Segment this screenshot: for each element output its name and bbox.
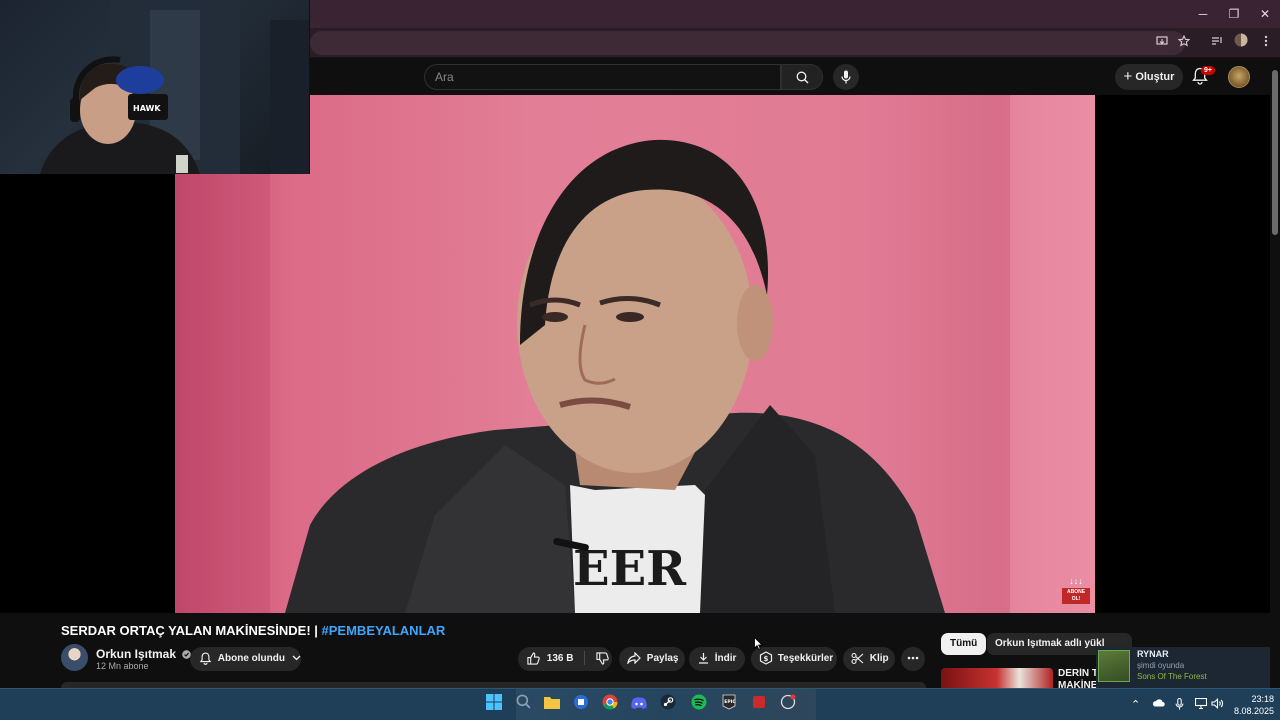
clock-time: 23:18 [1251, 694, 1274, 704]
windows-taskbar: EPIC ⌃ 23:18 8.08.2025 [0, 688, 1280, 720]
cap-text: HAWK [133, 104, 161, 113]
subscribe-overlay-badge[interactable]: ↓↓↓ ABONE OL! [1062, 577, 1090, 607]
like-count: 136 B [546, 653, 574, 664]
thumbs-down-icon [596, 652, 609, 665]
app-icon-blue[interactable] [570, 694, 592, 716]
channel-name-text[interactable]: Orkun Işıtmak [96, 647, 176, 661]
like-dislike-group: 136 B [518, 647, 612, 671]
microphone-icon [841, 70, 851, 84]
thanks-button[interactable]: $ Teşekkürler [751, 647, 837, 671]
webcam-overlay: HAWK [0, 0, 310, 174]
volume-icon[interactable] [1211, 697, 1224, 712]
create-label: Oluştur [1135, 71, 1175, 83]
download-label: İndir [714, 653, 737, 664]
search-icon [796, 71, 809, 84]
related-video-title[interactable]: DERİN T MAKİNE [1058, 668, 1098, 688]
account-avatar[interactable] [1228, 66, 1250, 88]
bell-icon [199, 652, 212, 665]
windows-start-icon[interactable] [483, 694, 505, 716]
down-arrows-icon: ↓↓↓ [1069, 576, 1083, 586]
thumbs-up-icon [527, 652, 540, 665]
subscriber-count: 12 Mn abone [96, 661, 149, 671]
spotify-icon[interactable] [688, 694, 710, 716]
steam-friend-notification[interactable]: RYNAR şimdi oyunda Sons Of The Forest [1096, 647, 1270, 688]
search-button[interactable] [781, 64, 823, 90]
share-label: Paylaş [646, 653, 679, 664]
onedrive-cloud-icon[interactable] [1152, 698, 1165, 710]
notification-count-badge: 9+ [1201, 66, 1215, 75]
minimize-button[interactable]: ─ [1188, 5, 1218, 23]
channel-avatar[interactable] [61, 644, 88, 671]
create-button[interactable]: + Oluştur [1115, 64, 1183, 90]
close-button[interactable]: ✕ [1250, 5, 1280, 23]
discord-icon[interactable] [628, 694, 650, 716]
microphone-tray-icon[interactable] [1175, 697, 1184, 713]
video-title: SERDAR ORTAÇ YALAN MAKİNESİNDE! | #PEMBE… [61, 623, 445, 638]
voice-search-button[interactable] [833, 64, 859, 90]
subscribed-label: Abone olundu [217, 653, 285, 664]
url-field[interactable] [310, 31, 1185, 55]
share-arrow-icon [627, 651, 641, 666]
profile-avatar-icon[interactable] [1231, 33, 1251, 53]
scissors-icon [851, 652, 864, 664]
video-hashtag-link[interactable]: #PEMBEYALANLAR [322, 623, 446, 638]
share-button[interactable]: Paylaş [619, 647, 685, 671]
subscribe-badge-label: ABONE OL! [1062, 588, 1090, 604]
video-frame-illustration: EER [175, 95, 1095, 613]
scrollbar-thumb[interactable] [1272, 70, 1278, 235]
friend-avatar [1098, 650, 1130, 682]
friend-status: şimdi oyunda [1137, 661, 1185, 670]
clock-date: 8.08.2025 [1233, 706, 1274, 716]
file-explorer-icon[interactable] [541, 694, 563, 716]
related-video-thumbnail[interactable] [941, 668, 1053, 688]
chevron-down-icon [292, 655, 301, 661]
network-icon[interactable] [1194, 697, 1208, 712]
plus-icon: + [1123, 68, 1133, 85]
super-thanks-icon: $ [759, 651, 773, 666]
app-icon-circle[interactable] [777, 694, 799, 716]
mouse-cursor-icon [754, 637, 763, 650]
clip-button[interactable]: Klip [843, 647, 895, 671]
tray-overflow-chevron-icon[interactable]: ⌃ [1131, 698, 1140, 711]
filter-chip-all[interactable]: Tümü [941, 633, 987, 655]
download-icon [699, 653, 708, 664]
friend-game: Sons Of The Forest [1137, 672, 1207, 681]
friend-name: RYNAR [1137, 649, 1169, 659]
clip-label: Klip [869, 653, 889, 664]
install-app-icon[interactable] [1152, 33, 1172, 53]
browser-menu-icon[interactable] [1256, 33, 1276, 53]
more-horizontal-icon [907, 657, 919, 660]
search-input[interactable]: Ara [424, 64, 781, 90]
like-button[interactable]: 136 B [527, 652, 576, 665]
red-app-icon[interactable] [748, 694, 770, 716]
channel-name[interactable]: Orkun Işıtmak [96, 647, 192, 661]
download-button[interactable]: İndir [689, 647, 745, 671]
bookmark-star-icon[interactable] [1174, 33, 1194, 53]
maximize-button[interactable]: ❐ [1219, 5, 1249, 23]
webcam-illustration: HAWK [40, 0, 309, 174]
video-player[interactable]: EER ↓↓↓ ABONE OL! [175, 95, 1095, 613]
steam-icon[interactable] [657, 694, 679, 716]
media-controls-icon[interactable] [1207, 33, 1227, 53]
dislike-button[interactable] [596, 652, 609, 665]
svg-text:EPIC: EPIC [724, 699, 736, 705]
like-divider [584, 651, 586, 666]
chrome-icon[interactable] [599, 694, 621, 716]
taskbar-clock[interactable]: 23:18 8.08.2025 [1226, 693, 1274, 717]
thanks-label: Teşekkürler [777, 653, 834, 664]
subscribed-button[interactable]: Abone olundu [190, 647, 301, 671]
more-actions-button[interactable] [901, 647, 925, 671]
epic-games-icon[interactable]: EPIC [718, 694, 740, 716]
svg-text:$: $ [764, 655, 769, 663]
video-title-text: SERDAR ORTAÇ YALAN MAKİNESİNDE! | [61, 623, 322, 638]
shirt-print-text: EER [573, 541, 687, 597]
